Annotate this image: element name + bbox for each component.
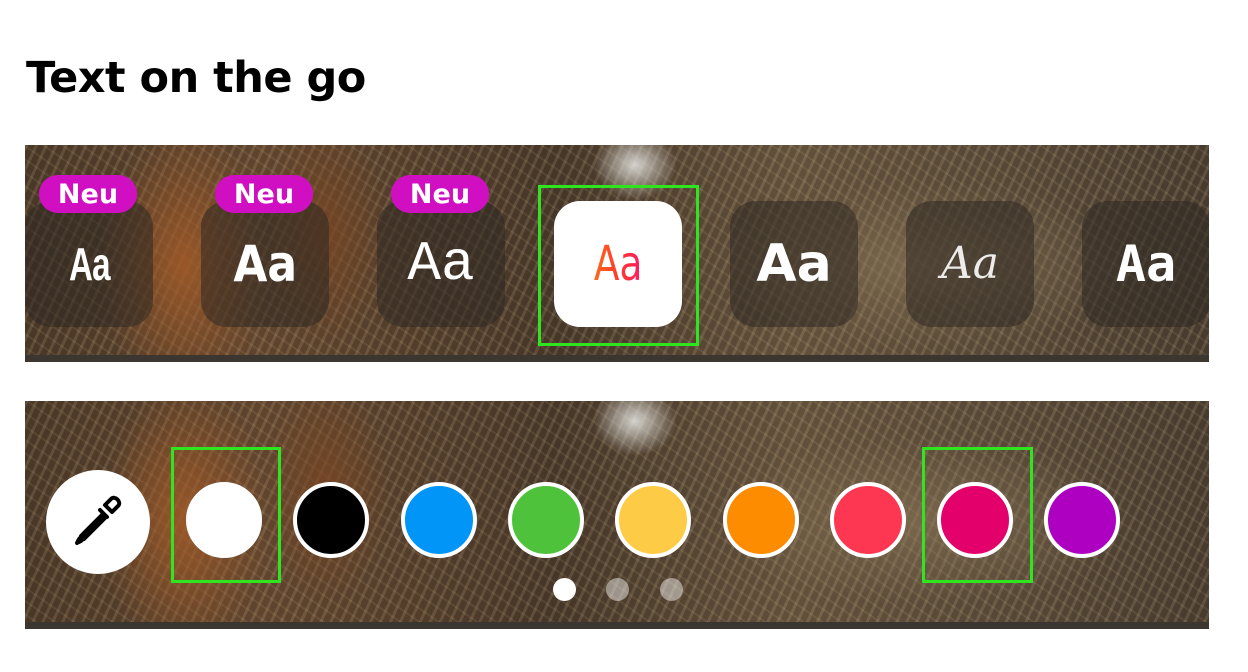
color-swatch-white[interactable] (186, 482, 262, 558)
font-picker-strip: Neu Neu Neu Aa Aa Aa Aa Aa Aa Aa (25, 145, 1209, 362)
font-sample: Aa (593, 236, 643, 292)
color-swatch-blue[interactable] (401, 482, 477, 558)
font-option-gradient[interactable]: Aa (554, 201, 682, 327)
eyedropper-button[interactable] (46, 470, 150, 574)
color-swatch-green[interactable] (508, 482, 584, 558)
color-swatch-yellow[interactable] (615, 482, 691, 558)
font-option-monospace-bold[interactable]: Aa (1082, 201, 1209, 327)
new-badge: Neu (215, 175, 313, 213)
new-badge: Neu (391, 175, 489, 213)
font-sample: Aa (940, 238, 999, 289)
new-badge: Neu (39, 175, 137, 213)
eyedropper-icon (75, 495, 122, 545)
color-swatch-red[interactable] (830, 482, 906, 558)
color-swatch-orange[interactable] (723, 482, 799, 558)
color-picker-strip (25, 401, 1209, 629)
font-sample: Aa (1115, 235, 1177, 293)
font-option-rounded-bold[interactable]: Aa (201, 201, 329, 327)
page-indicator-dot[interactable] (660, 578, 683, 601)
color-swatch-magenta[interactable] (937, 482, 1013, 558)
font-option-typewriter[interactable]: Aa (377, 201, 505, 327)
font-option-bold[interactable]: Aa (730, 201, 858, 327)
font-sample: Aa (233, 235, 297, 293)
color-swatch-black[interactable] (293, 482, 369, 558)
font-sample: Aa (756, 234, 832, 294)
page-indicator-dot[interactable] (606, 578, 629, 601)
color-swatch-purple[interactable] (1044, 482, 1120, 558)
page-title: Text on the go (26, 53, 366, 103)
font-sample: Aa (68, 238, 111, 290)
font-option-script[interactable]: Aa (906, 201, 1034, 327)
font-option-condensed[interactable]: Aa (25, 201, 153, 327)
page-indicator-dot[interactable] (553, 578, 576, 601)
font-sample: Aa (407, 232, 475, 296)
